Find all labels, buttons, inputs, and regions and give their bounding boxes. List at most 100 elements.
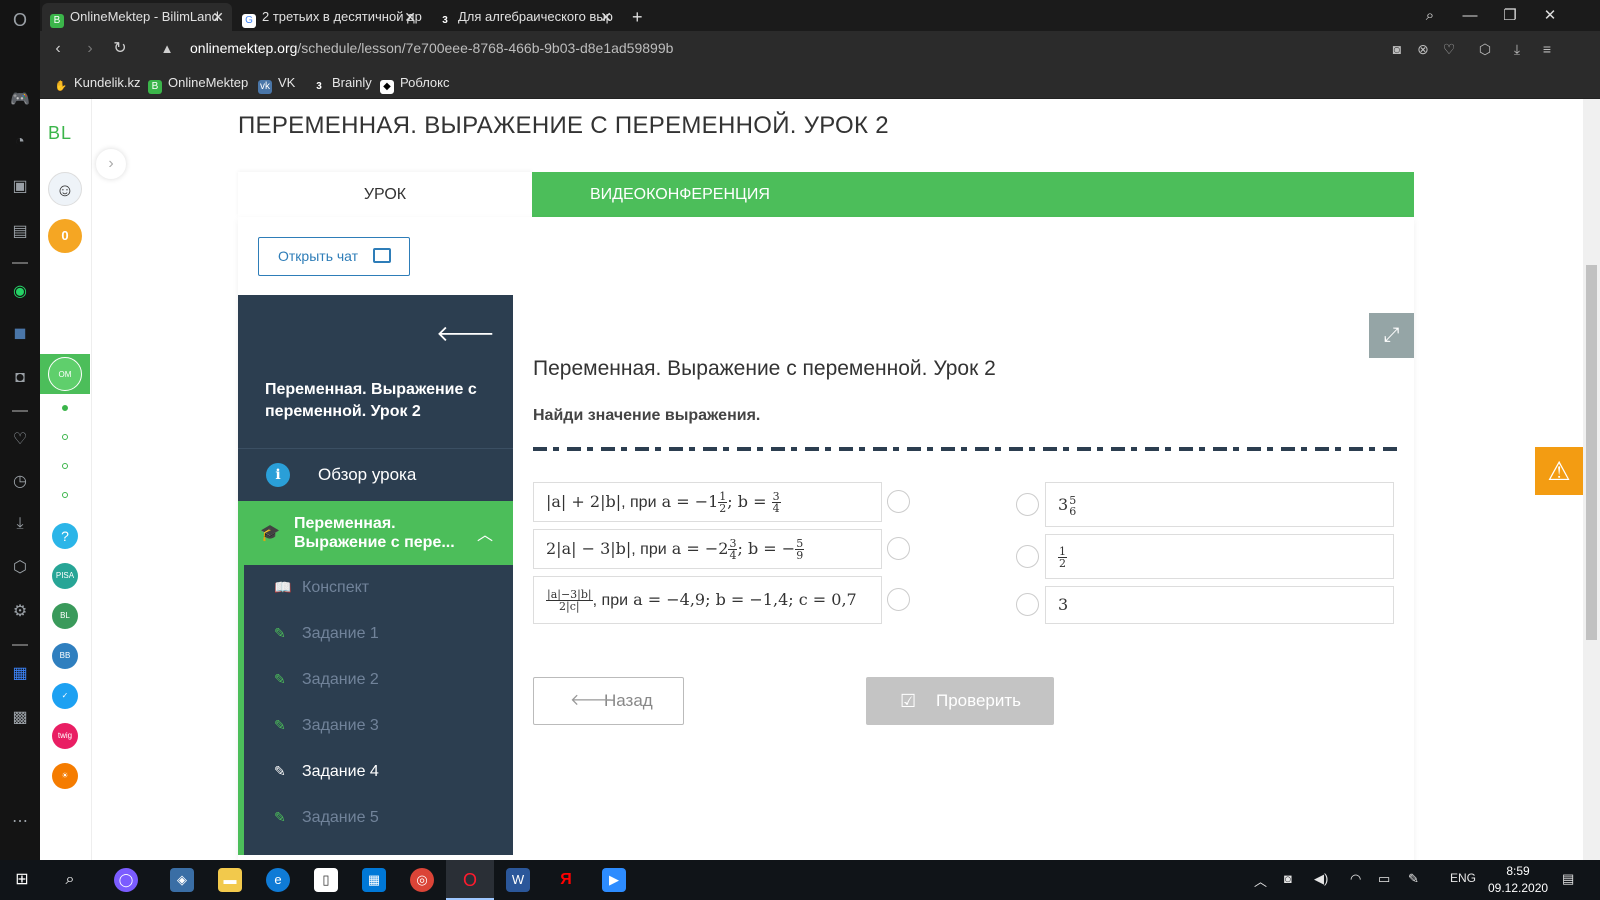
report-problem-button[interactable]: ⚠ bbox=[1535, 447, 1583, 495]
sidebar-item-task-4[interactable]: ✎ Задание 4 bbox=[274, 763, 379, 787]
nav-dot[interactable] bbox=[62, 463, 68, 469]
nav-dot[interactable] bbox=[62, 492, 68, 498]
sidebar-item-task-3[interactable]: ✎ Задание 3 bbox=[274, 717, 379, 741]
answer-radio[interactable] bbox=[1016, 593, 1039, 616]
heart-icon[interactable]: ♡ bbox=[1439, 39, 1459, 59]
pisa-icon[interactable]: PISA bbox=[52, 563, 78, 589]
test-icon[interactable]: ✓ bbox=[52, 683, 78, 709]
battery-icon[interactable]: ▭ bbox=[1378, 871, 1390, 887]
imektep-icon[interactable]: ☀ bbox=[52, 763, 78, 789]
answer-radio[interactable] bbox=[1016, 545, 1039, 568]
edge-icon[interactable]: e bbox=[266, 868, 290, 892]
opera-icon[interactable]: O bbox=[458, 868, 482, 892]
zoom-icon[interactable]: ▶ bbox=[602, 868, 626, 892]
tab-lesson[interactable]: УРОК bbox=[238, 172, 532, 217]
adblock-icon[interactable]: ⊗ bbox=[1413, 39, 1433, 59]
close-icon[interactable]: ✕ bbox=[600, 3, 612, 31]
menu-icon[interactable]: ≡ bbox=[1537, 39, 1557, 59]
expression-item[interactable]: |a| + 2|b|, при a = −1 1 2; b = 34 bbox=[533, 482, 882, 522]
bookmark-kundelik[interactable]: ✋ Kundelik.kz bbox=[54, 74, 141, 94]
sidebar-item-task-5[interactable]: ✎ Задание 5 bbox=[274, 809, 379, 833]
more-icon[interactable]: ⋯ bbox=[8, 810, 32, 834]
wifi-icon[interactable]: ◠ bbox=[1350, 871, 1361, 887]
check-button[interactable]: ☑ Проверить bbox=[866, 677, 1054, 725]
fullscreen-button[interactable]: ⤢ bbox=[1369, 313, 1414, 358]
speed-dial-icon[interactable]: ◔ bbox=[8, 130, 32, 154]
chrome-icon[interactable]: ◎ bbox=[410, 868, 434, 892]
cube-icon[interactable]: ⬡ bbox=[1475, 39, 1495, 59]
language-indicator[interactable]: ENG bbox=[1450, 871, 1476, 885]
windows-start-icon[interactable]: ⊞ bbox=[10, 868, 34, 892]
alice-icon[interactable]: ◯ bbox=[114, 868, 138, 892]
nav-dot[interactable] bbox=[62, 405, 68, 411]
back-icon[interactable]: ‹ bbox=[46, 37, 70, 61]
search-icon[interactable]: ⌕ bbox=[58, 868, 82, 892]
browser-tab[interactable]: G 2 третьих в десятичной др ✕ bbox=[234, 3, 424, 31]
tab-videoconference[interactable]: ВИДЕОКОНФЕРЕНЦИЯ bbox=[532, 172, 1414, 217]
app-icon[interactable]: ▦ bbox=[8, 662, 32, 686]
heart-icon[interactable]: ♡ bbox=[8, 428, 32, 452]
discord-icon[interactable]: ◘ bbox=[8, 366, 32, 390]
onlinemektep-app-icon[interactable]: OM bbox=[48, 357, 82, 391]
bookmark-roblox[interactable]: ◆ Роблокс bbox=[380, 74, 450, 94]
answer-item[interactable]: 3 bbox=[1045, 586, 1394, 624]
scrollbar-thumb[interactable] bbox=[1586, 265, 1597, 640]
bookmark-vk[interactable]: vk VK bbox=[258, 74, 295, 94]
new-tab-button[interactable]: + bbox=[624, 3, 654, 31]
bag-icon[interactable]: ▣ bbox=[8, 175, 32, 199]
expand-panel-button[interactable]: › bbox=[96, 149, 126, 179]
match-radio[interactable] bbox=[887, 537, 910, 560]
browser-tab[interactable]: 3 Для алгебраического выр ✕ bbox=[430, 3, 620, 31]
expression-item[interactable]: 2|a| − 3|b|, при a = −2 3 4; b = −5 9 bbox=[533, 529, 882, 569]
twig-icon[interactable]: twig bbox=[52, 723, 78, 749]
answer-radio[interactable] bbox=[1016, 493, 1039, 516]
history-icon[interactable]: ◷ bbox=[8, 470, 32, 494]
yandex-icon[interactable]: Я bbox=[554, 868, 578, 892]
back-button[interactable]: 🡐 Назад bbox=[533, 677, 684, 725]
download-icon[interactable]: ⤓ bbox=[8, 512, 32, 536]
open-chat-button[interactable]: Открыть чат bbox=[258, 237, 410, 276]
match-radio[interactable] bbox=[887, 588, 910, 611]
chevron-up-icon[interactable]: ︿ bbox=[477, 521, 493, 545]
bookmark-brainly[interactable]: 3 Brainly bbox=[312, 74, 372, 94]
sidebar-section-active[interactable]: 🎓 Переменная. Выражение с пере... ︿ bbox=[238, 501, 513, 565]
chevron-up-icon[interactable]: ︿ bbox=[1254, 871, 1267, 890]
store-icon[interactable]: ▦ bbox=[362, 868, 386, 892]
close-window-icon[interactable]: ✕ bbox=[1530, 0, 1570, 31]
opera-logo-icon[interactable]: O bbox=[8, 8, 32, 32]
webcam-icon[interactable]: ◙ bbox=[1284, 871, 1292, 886]
sidebar-item-overview[interactable]: i Обзор урока bbox=[238, 448, 513, 501]
avatar[interactable]: ☺ bbox=[48, 172, 82, 206]
sidebar-item-task-2[interactable]: ✎ Задание 2 bbox=[274, 671, 379, 695]
arrow-left-icon[interactable]: 🡐 bbox=[436, 321, 495, 347]
cube-icon[interactable]: ⬡ bbox=[8, 556, 32, 580]
points-badge[interactable]: 0 bbox=[48, 219, 82, 253]
vk-icon[interactable]: ◼ bbox=[8, 322, 32, 346]
close-icon[interactable]: ✕ bbox=[404, 3, 416, 31]
download-icon[interactable]: ⤓ bbox=[1507, 39, 1527, 59]
sidebar-item-konspekt[interactable]: 📖 Конспект bbox=[274, 579, 369, 603]
answer-item[interactable]: 356 bbox=[1045, 482, 1394, 527]
app-icon[interactable]: ◈ bbox=[170, 868, 194, 892]
twitch-icon[interactable]: ▤ bbox=[8, 220, 32, 244]
close-icon[interactable]: ✕ bbox=[212, 3, 224, 31]
file-explorer-icon[interactable]: ▬ bbox=[218, 868, 242, 892]
clock[interactable]: 8:59 09.12.2020 bbox=[1488, 863, 1548, 897]
search-tabs-icon[interactable]: ⌕ bbox=[1410, 0, 1450, 31]
bookmark-onlinemektep[interactable]: B OnlineMektep bbox=[148, 74, 248, 94]
answer-item[interactable]: 12 bbox=[1045, 534, 1394, 579]
minimize-icon[interactable]: — bbox=[1450, 0, 1490, 31]
volume-icon[interactable]: ◀) bbox=[1314, 871, 1328, 887]
gamepad-icon[interactable]: 🎮 bbox=[8, 88, 32, 112]
pen-icon[interactable]: ✎ bbox=[1408, 871, 1419, 887]
settings-icon[interactable]: ⚙ bbox=[8, 600, 32, 624]
expression-item[interactable]: |a|−3|b| 2|c|, при a = −4,9; b = −1,4; c … bbox=[533, 576, 882, 624]
sidebar-item-task-1[interactable]: ✎ Задание 1 bbox=[274, 625, 379, 649]
forward-icon[interactable]: › bbox=[78, 37, 102, 61]
browser-tab[interactable]: B OnlineMektep - BilimLand ✕ bbox=[42, 3, 232, 31]
whatsapp-icon[interactable]: ◉ bbox=[8, 280, 32, 304]
match-radio[interactable] bbox=[887, 490, 910, 513]
bilimbook-icon[interactable]: BB bbox=[52, 643, 78, 669]
bl-logo[interactable]: BL bbox=[48, 123, 72, 144]
help-icon[interactable]: ? bbox=[52, 523, 78, 549]
